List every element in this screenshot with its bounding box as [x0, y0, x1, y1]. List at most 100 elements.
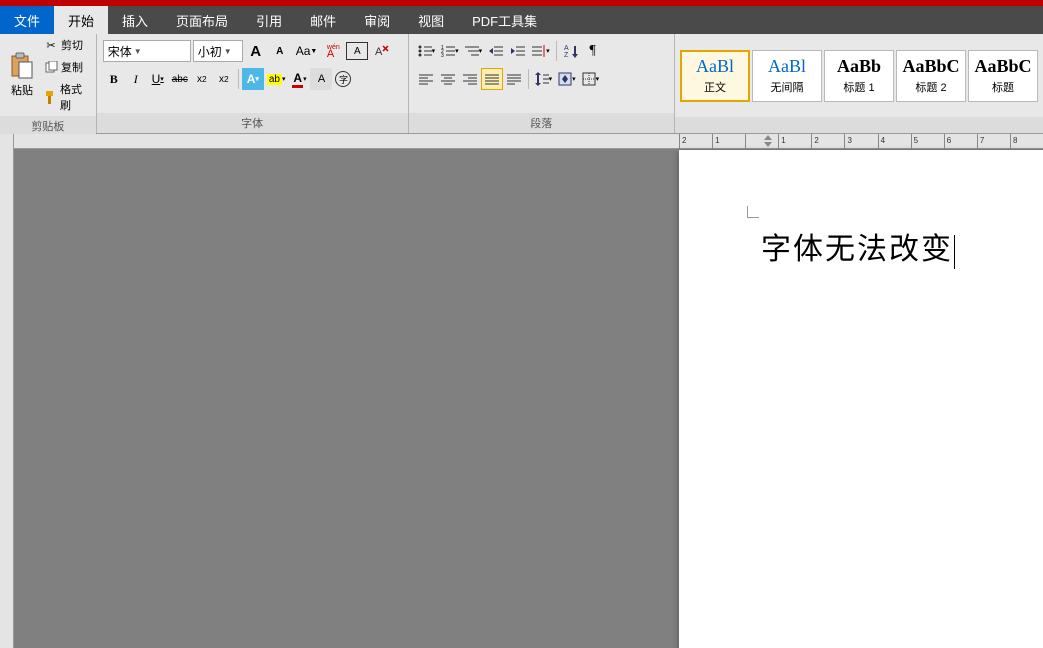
copy-button[interactable]: 复制: [42, 58, 85, 76]
group-paragraph: ▾ 123▾ ▾ ▾ AZ ¶ ▾ ▾ ▾ 段落: [409, 34, 675, 133]
font-color-button[interactable]: A▾: [288, 68, 310, 90]
document-text[interactable]: 字体无法改变: [761, 224, 955, 269]
style-label: 标题 2: [915, 79, 946, 95]
margin-corner-icon: [747, 206, 759, 218]
format-painter-button[interactable]: 格式刷: [42, 80, 90, 114]
paste-icon: [8, 52, 36, 80]
separator: [238, 69, 239, 89]
tab-references[interactable]: 引用: [242, 6, 296, 34]
ruler-tick: 4: [878, 134, 911, 149]
ruler-tick: 6: [944, 134, 977, 149]
line-spacing-button[interactable]: ▾: [532, 68, 556, 90]
multilevel-list-button[interactable]: ▾: [462, 40, 486, 62]
ruler-tick: 1: [712, 134, 745, 149]
decrease-indent-button[interactable]: [485, 40, 507, 62]
tab-file[interactable]: 文件: [0, 6, 54, 34]
highlight-button[interactable]: ab▾: [264, 68, 289, 90]
align-center-button[interactable]: [437, 68, 459, 90]
underline-label: U: [152, 72, 161, 86]
style-label: 正文: [704, 79, 726, 95]
ruler-tick: 2: [811, 134, 844, 149]
superscript-button[interactable]: x2: [213, 68, 235, 90]
increase-indent-button[interactable]: [507, 40, 529, 62]
tab-mail[interactable]: 邮件: [296, 6, 350, 34]
text-effects-button[interactable]: A▾: [242, 68, 264, 90]
group-clipboard-label: 剪贴板: [0, 116, 96, 136]
group-font-label: 字体: [97, 113, 408, 133]
indent-marker[interactable]: [764, 134, 772, 148]
ruler-tick: 5: [911, 134, 944, 149]
ruler-tick: 1: [778, 134, 811, 149]
font-name-value: 宋体: [108, 43, 132, 60]
bullets-button[interactable]: ▾: [415, 40, 439, 62]
style-label: 标题: [992, 79, 1014, 95]
numbering-button[interactable]: 123▾: [438, 40, 462, 62]
sort-button[interactable]: AZ: [560, 40, 582, 62]
align-left-button[interactable]: [415, 68, 437, 90]
grow-font-button[interactable]: A: [245, 40, 267, 62]
page[interactable]: 字体无法改变: [679, 150, 1043, 648]
style-preview: AaBbC: [902, 56, 959, 77]
group-paragraph-label: 段落: [409, 113, 674, 133]
subscript-button[interactable]: x2: [191, 68, 213, 90]
paste-label: 粘贴: [11, 82, 33, 98]
cut-label: 剪切: [61, 37, 83, 53]
style-preview: AaBb: [837, 56, 881, 77]
text-content: 字体无法改变: [761, 233, 953, 266]
tab-home[interactable]: 开始: [54, 6, 108, 34]
style-标题1[interactable]: AaBb 标题 1: [824, 50, 894, 102]
group-styles: AaBl正文AaBl无间隔 AaBb 标题 1 AaBbC 标题 2 AaBbC 标题: [675, 34, 1043, 133]
align-right-button[interactable]: [459, 68, 481, 90]
shading-button[interactable]: ▾: [555, 68, 579, 90]
borders-button[interactable]: ▾: [579, 68, 603, 90]
justify-button[interactable]: [481, 68, 503, 90]
shrink-font-button[interactable]: A: [269, 40, 291, 62]
style-label: 标题 1: [843, 79, 874, 95]
font-name-dropdown[interactable]: 宋体▼: [103, 40, 191, 62]
svg-text:A: A: [375, 46, 383, 58]
style-标题2[interactable]: AaBbC 标题 2: [896, 50, 966, 102]
tab-insert[interactable]: 插入: [108, 6, 162, 34]
vertical-ruler[interactable]: [0, 134, 14, 648]
strikethrough-button[interactable]: abc: [169, 68, 191, 90]
font-size-value: 小初: [198, 43, 222, 60]
show-marks-button[interactable]: ¶: [582, 40, 604, 62]
group-clipboard: 粘贴 ✂ 剪切 复制 格式刷: [0, 34, 97, 133]
brush-icon: [44, 90, 57, 104]
font-size-dropdown[interactable]: 小初▼: [193, 40, 243, 62]
enclose-label: 字: [335, 71, 351, 87]
chevron-down-icon: ▼: [134, 47, 142, 56]
enclose-char-button[interactable]: 字: [332, 68, 354, 90]
style-preview: AaBbC: [974, 56, 1031, 77]
underline-button[interactable]: U▾: [147, 68, 169, 90]
distribute-button[interactable]: [503, 68, 525, 90]
document-canvas[interactable]: 2112345678 字体无法改变: [14, 134, 1043, 648]
workspace: 2112345678 字体无法改变: [0, 134, 1043, 648]
style-标题[interactable]: AaBbC 标题: [968, 50, 1038, 102]
asian-layout-button[interactable]: ▾: [529, 40, 553, 62]
char-shading-button[interactable]: A: [310, 68, 332, 90]
group-styles-label: [675, 117, 1043, 133]
text-cursor: [954, 235, 955, 269]
svg-text:Z: Z: [564, 52, 569, 58]
svg-text:3: 3: [441, 53, 444, 57]
char-border-button[interactable]: A: [346, 42, 368, 60]
scissors-icon: ✂: [44, 38, 58, 52]
italic-button[interactable]: I: [125, 68, 147, 90]
phonetic-guide-button[interactable]: wénA: [322, 40, 344, 62]
chevron-down-icon: ▼: [224, 47, 232, 56]
style-正文[interactable]: AaBl正文: [680, 50, 750, 102]
separator: [556, 41, 557, 61]
style-无间隔[interactable]: AaBl无间隔: [752, 50, 822, 102]
tab-pdf-tools[interactable]: PDF工具集: [458, 6, 551, 34]
menu-bar: 文件 开始 插入 页面布局 引用 邮件 审阅 视图 PDF工具集: [0, 6, 1043, 34]
tab-review[interactable]: 审阅: [350, 6, 404, 34]
horizontal-ruler[interactable]: 2112345678: [14, 134, 1043, 149]
tab-layout[interactable]: 页面布局: [162, 6, 242, 34]
tab-view[interactable]: 视图: [404, 6, 458, 34]
bold-button[interactable]: B: [103, 68, 125, 90]
clear-formatting-button[interactable]: A: [370, 40, 392, 62]
paste-button[interactable]: 粘贴: [4, 50, 40, 100]
cut-button[interactable]: ✂ 剪切: [42, 36, 85, 54]
change-case-button[interactable]: Aa▼: [293, 40, 321, 62]
